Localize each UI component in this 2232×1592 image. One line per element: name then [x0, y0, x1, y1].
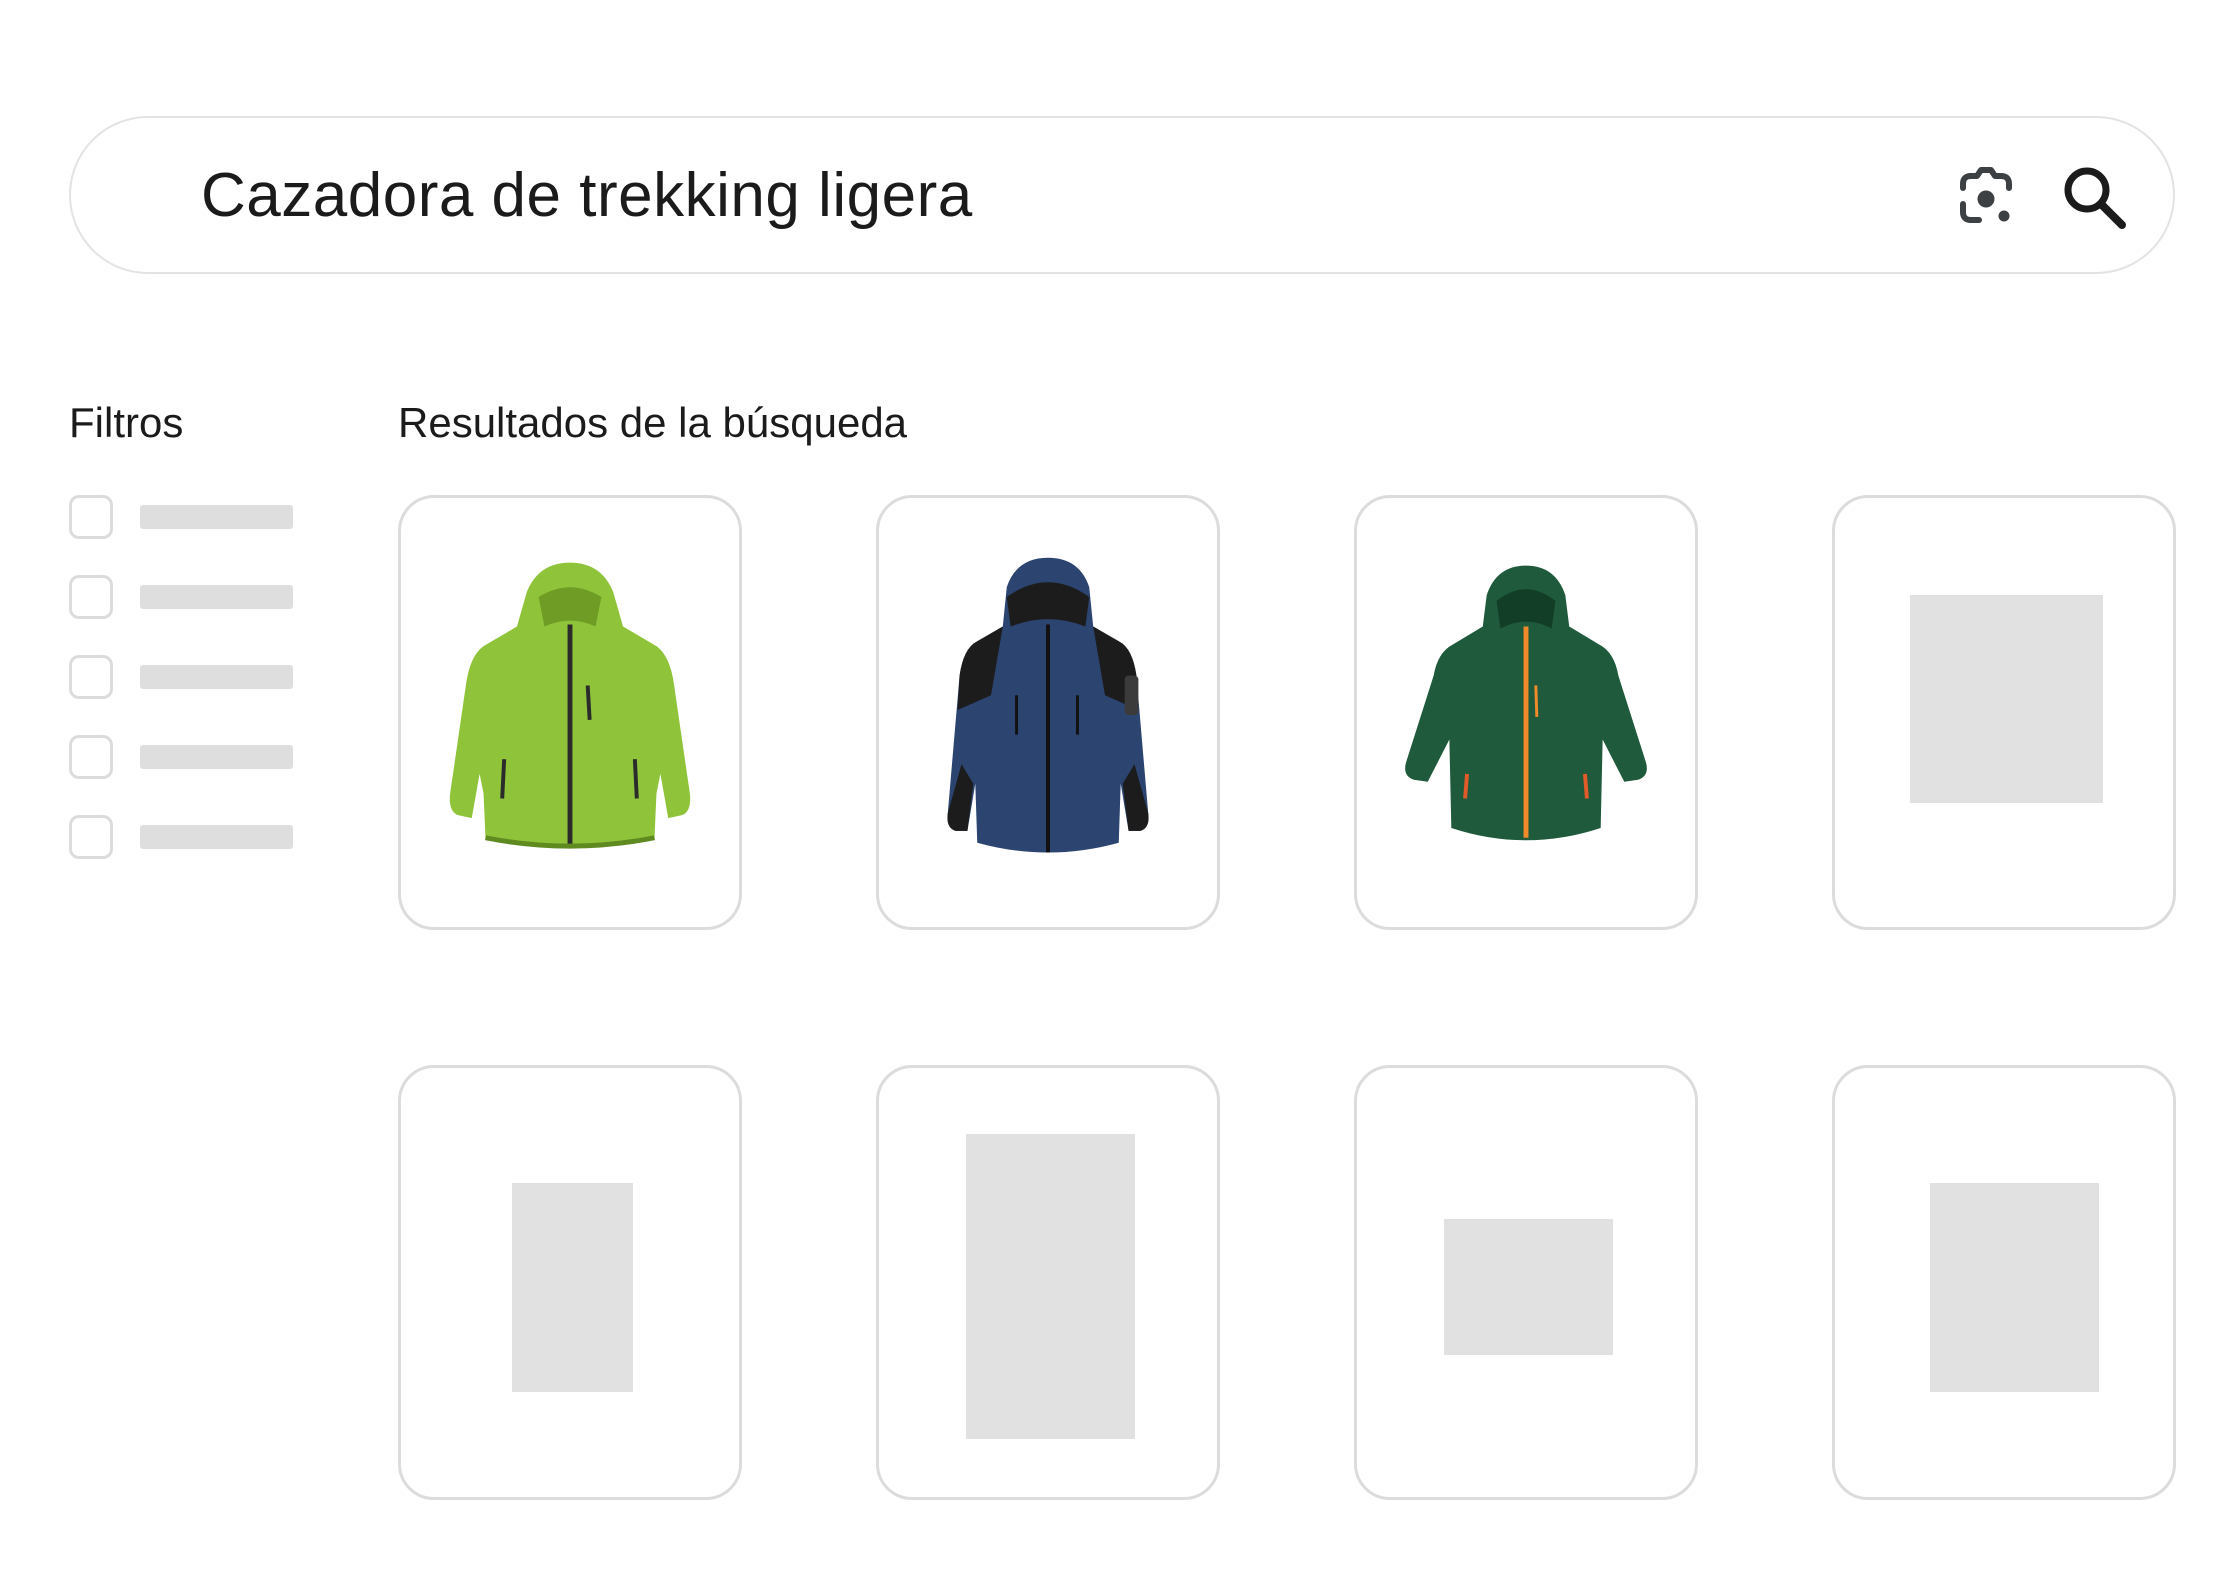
filter-checkbox[interactable]: [69, 495, 113, 539]
filter-checkbox[interactable]: [69, 735, 113, 779]
image-placeholder: [966, 1134, 1135, 1439]
green-jacket-image: [449, 562, 691, 849]
filter-label-placeholder: [140, 665, 293, 689]
product-card[interactable]: [1832, 495, 2176, 930]
filter-checkbox[interactable]: [69, 575, 113, 619]
filter-label-placeholder: [140, 505, 293, 529]
search-icon[interactable]: [2059, 162, 2129, 232]
product-card[interactable]: [1354, 1065, 1698, 1500]
search-bar[interactable]: Cazadora de trekking ligera: [69, 116, 2175, 274]
filter-option[interactable]: [69, 495, 309, 543]
product-card[interactable]: [1354, 495, 1698, 930]
image-placeholder: [1444, 1219, 1613, 1355]
filter-label-placeholder: [140, 825, 293, 849]
product-card[interactable]: [398, 495, 742, 930]
image-placeholder: [1930, 1183, 2099, 1392]
filter-option[interactable]: [69, 735, 309, 783]
product-card[interactable]: [1832, 1065, 2176, 1500]
image-placeholder: [512, 1183, 633, 1392]
filter-option[interactable]: [69, 655, 309, 703]
product-card[interactable]: [876, 495, 1220, 930]
filters-title: Filtros: [69, 399, 184, 446]
results-title: Resultados de la búsqueda: [398, 399, 908, 446]
filter-label-placeholder: [140, 745, 293, 769]
camera-lens-icon[interactable]: [1951, 162, 2021, 232]
image-placeholder: [1910, 595, 2103, 803]
product-card[interactable]: [398, 1065, 742, 1500]
filter-checkbox[interactable]: [69, 655, 113, 699]
product-card[interactable]: [876, 1065, 1220, 1500]
filter-option[interactable]: [69, 575, 309, 623]
filter-label-placeholder: [140, 585, 293, 609]
filter-checkbox[interactable]: [69, 815, 113, 859]
forest-green-jacket-image: [1405, 565, 1647, 841]
navy-jacket-image: [947, 557, 1149, 853]
search-input[interactable]: Cazadora de trekking ligera: [201, 160, 973, 232]
filter-option[interactable]: [69, 815, 309, 863]
